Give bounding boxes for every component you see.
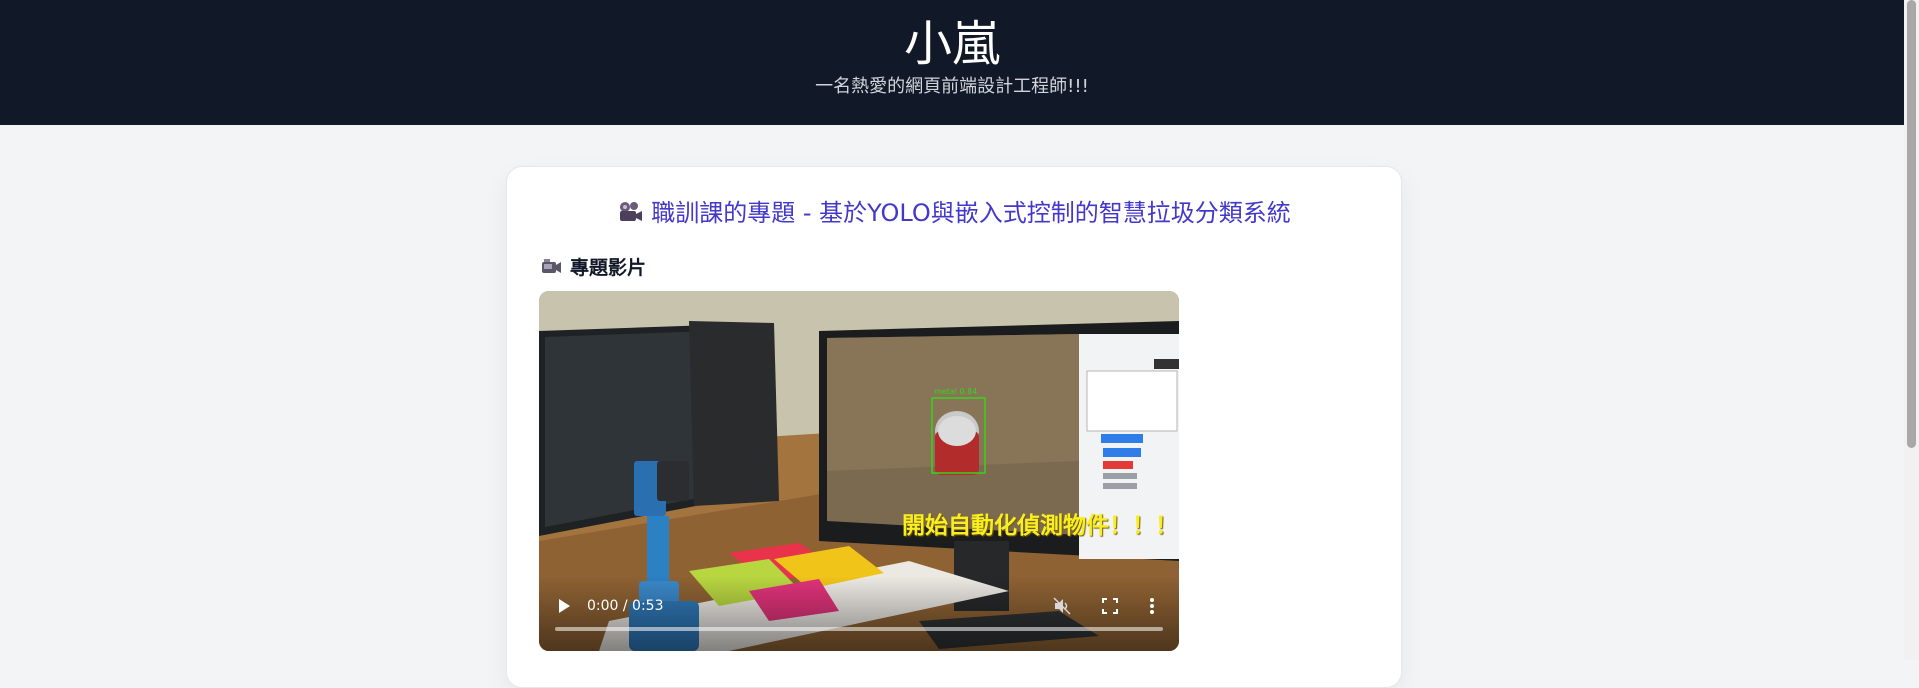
project-card: 職訓課的專題 - 基於YOLO與嵌入式控制的智慧拉圾分類系統 專題影片 meta… xyxy=(506,166,1402,688)
scrollbar-thumb[interactable] xyxy=(1907,0,1916,448)
site-subtitle: 一名熱愛的網頁前端設計工程師!!! xyxy=(815,76,1089,97)
project-video-player[interactable]: metal 0.84 開始自動化偵測物件！！！ 0:00 / 0:53 xyxy=(539,291,1179,651)
video-section-label: 專題影片 xyxy=(570,257,647,279)
video-time: 0:00 / 0:53 xyxy=(587,598,664,614)
video-section-heading: 專題影片 xyxy=(540,255,646,281)
more-vertical-icon[interactable] xyxy=(1147,596,1157,616)
play-icon[interactable] xyxy=(555,597,573,615)
project-title: 職訓課的專題 - 基於YOLO與嵌入式控制的智慧拉圾分類系統 xyxy=(651,199,1291,227)
detection-label: metal 0.84 xyxy=(934,387,977,396)
project-title-row: 職訓課的專題 - 基於YOLO與嵌入式控制的智慧拉圾分類系統 xyxy=(507,197,1401,229)
video-progress-bar[interactable] xyxy=(555,627,1163,631)
site-title: 小嵐 xyxy=(903,16,1000,72)
movie-camera-icon xyxy=(617,199,643,225)
video-camera-icon xyxy=(540,256,562,278)
video-caption: 開始自動化偵測物件！！！ xyxy=(902,513,1178,539)
page-scrollbar[interactable] xyxy=(1904,0,1919,660)
volume-icon[interactable] xyxy=(1052,596,1072,616)
fullscreen-icon[interactable] xyxy=(1100,596,1120,616)
site-header: 小嵐 一名熱愛的網頁前端設計工程師!!! xyxy=(0,0,1904,125)
